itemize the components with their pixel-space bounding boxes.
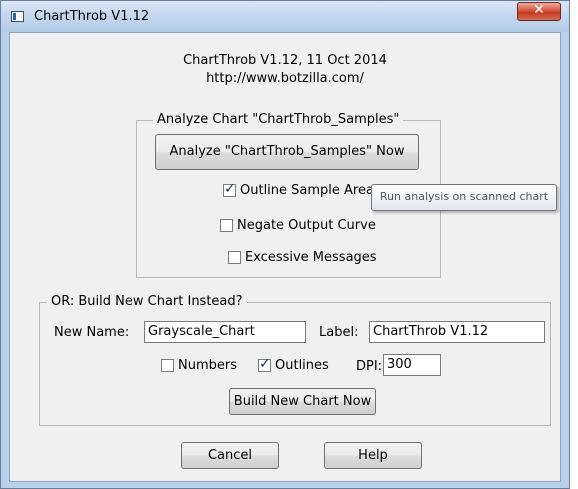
- excessive-messages-label: Excessive Messages: [245, 250, 377, 265]
- new-name-input[interactable]: Grayscale_Chart: [144, 321, 306, 343]
- dpi-label: DPI:: [356, 359, 383, 374]
- app-icon: [11, 11, 24, 22]
- build-new-chart-button[interactable]: Build New Chart Now: [229, 388, 376, 415]
- dialog-window: ChartThrob V1.12 ✕ ChartThrob V1.12, 11 …: [0, 0, 570, 489]
- window-title: ChartThrob V1.12: [34, 9, 150, 24]
- checkbox-box[interactable]: [220, 219, 233, 232]
- dpi-input[interactable]: 300: [383, 354, 441, 376]
- analyze-tooltip: Run analysis on scanned chart: [371, 184, 557, 211]
- help-button[interactable]: Help: [324, 442, 422, 469]
- numbers-label: Numbers: [178, 358, 237, 373]
- outline-sample-areas-label: Outline Sample Areas: [240, 183, 381, 198]
- label-label: Label:: [319, 325, 359, 340]
- outline-sample-areas-checkbox[interactable]: ✓ Outline Sample Areas: [223, 181, 381, 198]
- checkmark-icon: ✓: [224, 181, 236, 197]
- title-bar[interactable]: ChartThrob V1.12 ✕: [1, 1, 569, 32]
- excessive-messages-checkbox[interactable]: Excessive Messages: [228, 250, 377, 265]
- outlines-label: Outlines: [275, 358, 329, 373]
- close-icon: ✕: [533, 2, 545, 18]
- numbers-checkbox[interactable]: Numbers: [161, 358, 237, 373]
- checkmark-icon: ✓: [259, 356, 271, 372]
- analyze-group-title: Analyze Chart "ChartThrob_Samples": [153, 112, 404, 127]
- checkbox-box[interactable]: [228, 251, 241, 264]
- negate-output-curve-checkbox[interactable]: Negate Output Curve: [220, 218, 376, 233]
- checkbox-box[interactable]: [161, 359, 174, 372]
- website-url: http://www.botzilla.com/: [206, 71, 364, 86]
- cancel-button[interactable]: Cancel: [181, 442, 279, 469]
- close-button[interactable]: ✕: [517, 2, 561, 21]
- new-name-label: New Name:: [54, 325, 130, 340]
- build-group-title: OR: Build New Chart Instead?: [47, 294, 247, 309]
- dialog-body: ChartThrob V1.12, 11 Oct 2014 http://www…: [9, 32, 561, 482]
- checkbox-box[interactable]: ✓: [258, 356, 271, 372]
- analyze-now-button[interactable]: Analyze "ChartThrob_Samples" Now: [155, 134, 419, 170]
- version-info: ChartThrob V1.12, 11 Oct 2014: [183, 53, 387, 68]
- checkbox-box[interactable]: ✓: [223, 181, 236, 197]
- outlines-checkbox[interactable]: ✓ Outlines: [258, 356, 329, 373]
- negate-output-curve-label: Negate Output Curve: [237, 218, 376, 233]
- label-input[interactable]: ChartThrob V1.12: [369, 321, 545, 343]
